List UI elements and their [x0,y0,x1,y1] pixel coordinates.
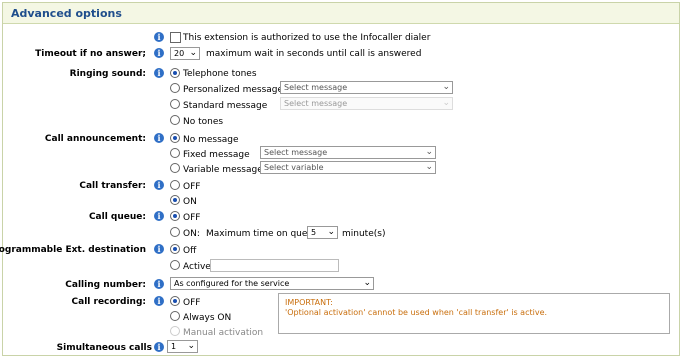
chevron-down-icon: ⌄ [425,147,433,157]
queue-unit: minute(s) [342,229,386,239]
note-title: IMPORTANT: [285,298,333,307]
option-transfer-on: ON [183,197,197,207]
info-icon[interactable]: i [154,279,164,289]
recording-important-note: IMPORTANT: 'Optional activation' cannot … [278,293,670,334]
chevron-down-icon: ⌄ [189,48,197,58]
option-personalized-message: Personalized message [183,85,284,95]
radio-recording-off[interactable] [170,296,180,306]
option-prog-ext-off: Off [183,246,197,256]
option-variable-message: Variable message [183,165,263,175]
radio-queue-on[interactable] [170,227,180,237]
chevron-down-icon: ⌄ [442,98,450,108]
chevron-down-icon: ⌄ [442,82,450,92]
queue-max-time-label: Maximum time on queue [206,229,319,239]
option-fixed-message: Fixed message [183,150,250,160]
advanced-options-panel: Advanced options i This extension is aut… [0,2,680,356]
radio-personalized-message[interactable] [170,83,180,93]
infocaller-checkbox[interactable] [170,32,181,43]
queue-label: Call queue: [88,212,146,222]
info-icon[interactable]: i [154,68,164,78]
radio-no-tones[interactable] [170,115,180,125]
radio-telephone-tones[interactable] [170,68,180,78]
calling-number-select[interactable]: As configured for the service ⌄ [170,277,374,290]
radio-transfer-on[interactable] [170,195,180,205]
panel-header: Advanced options [3,3,679,24]
option-standard-message: Standard message [183,101,268,111]
option-no-tones: No tones [183,117,224,127]
option-recording-off: OFF [183,298,201,308]
option-recording-always-on: Always ON [183,313,232,323]
prog-ext-destination-input[interactable] [210,259,339,272]
radio-queue-off[interactable] [170,211,180,221]
transfer-label: Call transfer: [79,181,146,191]
info-icon[interactable]: i [154,342,164,352]
chevron-down-icon: ⌄ [187,341,195,351]
chevron-down-icon: ⌄ [363,278,371,288]
announcement-label: Call announcement: [44,134,146,144]
timeout-label: Timeout if no answer; [35,49,146,59]
radio-standard-message[interactable] [170,99,180,109]
simultaneous-select[interactable]: 1 ⌄ [167,340,198,353]
chevron-down-icon: ⌄ [327,227,335,237]
radio-variable-message[interactable] [170,163,180,173]
calling-number-label: Calling number: [65,280,146,290]
option-telephone-tones: Telephone tones [183,69,257,79]
info-icon[interactable]: i [154,244,164,254]
option-queue-off: OFF [183,213,201,223]
fixed-message-select[interactable]: Select message ⌄ [260,146,436,159]
radio-prog-ext-active[interactable] [170,260,180,270]
info-icon[interactable]: i [154,32,164,42]
radio-no-message[interactable] [170,133,180,143]
radio-recording-always-on[interactable] [170,311,180,321]
radio-prog-ext-off[interactable] [170,244,180,254]
info-icon[interactable]: i [154,133,164,143]
standard-message-select: Select message ⌄ [280,97,453,110]
recording-label: Call recording: [71,297,146,307]
variable-select[interactable]: Select variable ⌄ [260,161,436,174]
option-no-message: No message [183,135,239,145]
radio-recording-manual [170,326,180,336]
chevron-down-icon: ⌄ [425,162,433,172]
prog-ext-label: Programmable Ext. destination [0,245,146,255]
option-queue-on: ON: [183,229,200,239]
radio-transfer-off[interactable] [170,180,180,190]
option-transfer-off: OFF [183,182,201,192]
info-icon[interactable]: i [154,48,164,58]
note-text: 'Optional activation' cannot be used whe… [285,308,548,317]
personalized-message-select[interactable]: Select message ⌄ [280,81,453,94]
queue-max-time-select[interactable]: 5 ⌄ [307,226,338,239]
option-recording-manual: Manual activation [183,328,264,338]
infocaller-label: This extension is authorized to use the … [183,33,431,43]
ringing-label: Ringing sound: [69,69,146,79]
timeout-select[interactable]: 20 ⌄ [170,47,200,60]
option-prog-ext-active: Active [183,262,211,272]
simultaneous-label: Simultaneous calls [56,343,152,353]
info-icon[interactable]: i [154,211,164,221]
radio-fixed-message[interactable] [170,148,180,158]
panel-title: Advanced options [11,7,122,20]
info-icon[interactable]: i [154,180,164,190]
timeout-hint: maximum wait in seconds until call is an… [206,49,422,59]
info-icon[interactable]: i [154,296,164,306]
